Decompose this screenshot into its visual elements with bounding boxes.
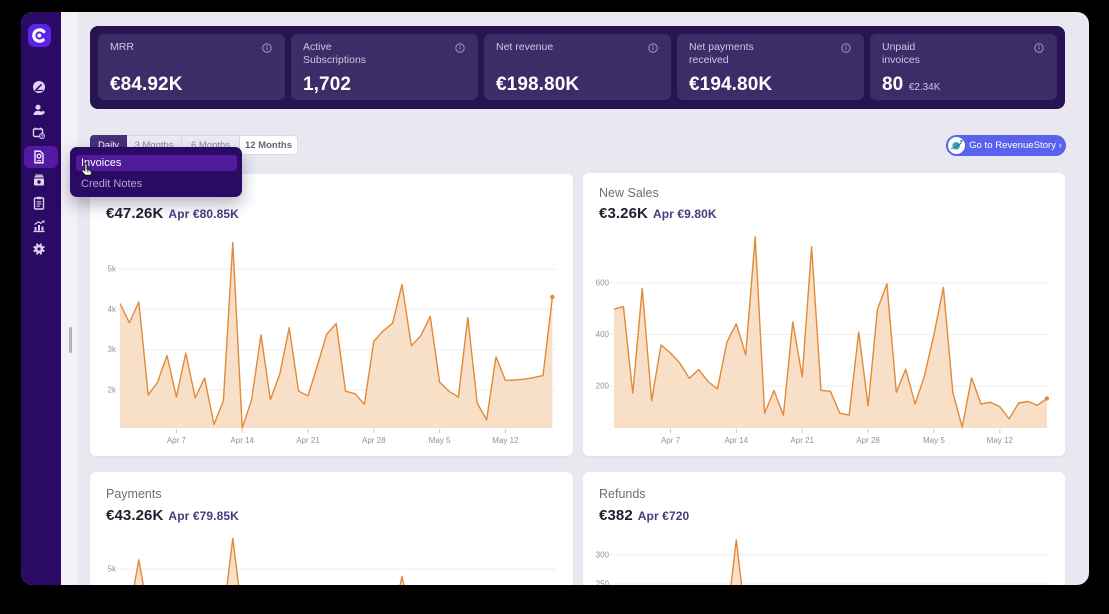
svg-text:Apr 7: Apr 7 (661, 436, 681, 445)
svg-text:3k: 3k (108, 345, 117, 354)
svg-text:Apr 21: Apr 21 (296, 436, 320, 445)
svg-text:Apr 28: Apr 28 (856, 436, 880, 445)
svg-text:300: 300 (596, 551, 610, 560)
svg-text:600: 600 (596, 279, 610, 288)
svg-text:Apr 7: Apr 7 (167, 436, 187, 445)
svg-text:4k: 4k (108, 305, 117, 314)
svg-text:200: 200 (596, 382, 610, 391)
svg-text:Apr 21: Apr 21 (790, 436, 814, 445)
svg-text:5k: 5k (108, 265, 117, 274)
svg-text:Apr 14: Apr 14 (230, 436, 254, 445)
svg-text:May 5: May 5 (429, 436, 451, 445)
svg-text:400: 400 (596, 330, 610, 339)
svg-text:2k: 2k (108, 385, 117, 394)
svg-text:Apr 28: Apr 28 (362, 436, 386, 445)
svg-text:5k: 5k (108, 565, 117, 574)
svg-text:May 5: May 5 (923, 436, 945, 445)
svg-text:250: 250 (596, 580, 610, 586)
svg-text:Apr 14: Apr 14 (725, 436, 749, 445)
svg-text:May 12: May 12 (987, 436, 1014, 445)
svg-text:May 12: May 12 (492, 436, 519, 445)
